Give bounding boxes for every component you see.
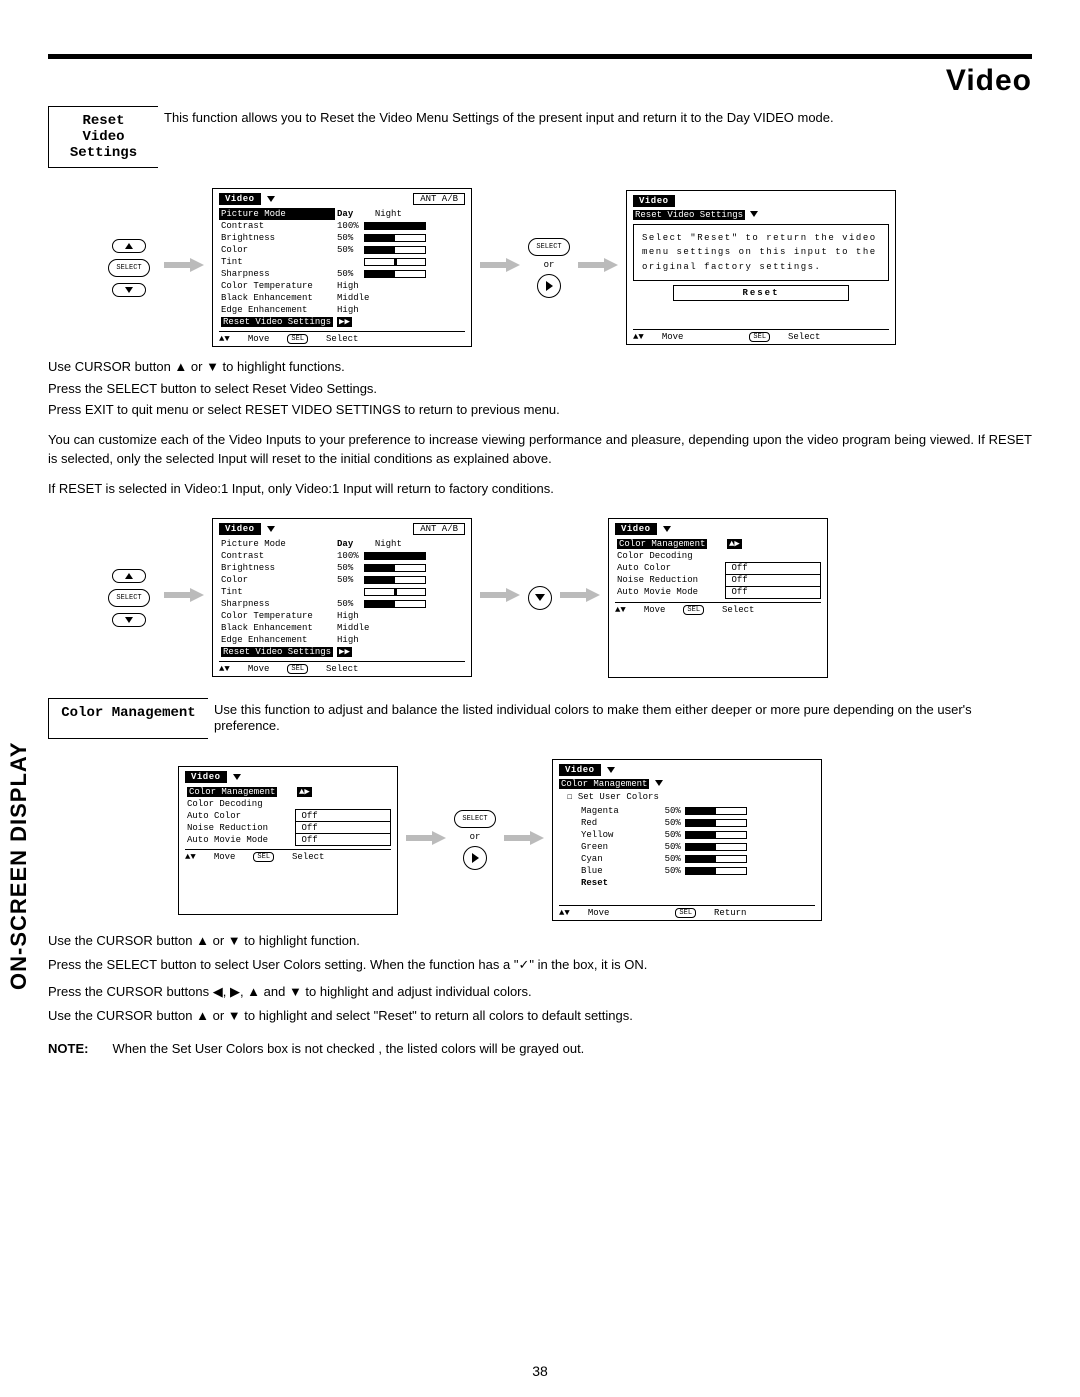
step-text: Use CURSOR button ▲ or ▼ to highlight fu… xyxy=(48,357,1032,377)
remote-icon: SELECT xyxy=(108,569,150,627)
page-title: Video xyxy=(946,64,1032,98)
reset-video-heading: Reset Video Settings xyxy=(48,106,158,168)
up-button-icon xyxy=(112,239,146,253)
reset-video-heading-row: Reset Video Settings This function allow… xyxy=(48,106,1032,168)
arrow-icon xyxy=(578,258,618,277)
source-label: ANT A/B xyxy=(413,193,465,205)
osd-title: Video xyxy=(219,193,261,205)
step-text: Use the CURSOR button ▲ or ▼ to highligh… xyxy=(48,931,1032,951)
color-mgmt-intro: Use this function to adjust and balance … xyxy=(208,698,1032,740)
select-button-icon: SELECT xyxy=(528,238,570,256)
color-mgmt-heading-row: Color Management Use this function to ad… xyxy=(48,698,1032,740)
note-text: When the Set User Colors box is not chec… xyxy=(112,1041,584,1056)
osd-table: Picture ModeDay Night Contrast100% Brigh… xyxy=(219,208,465,328)
note-label: NOTE: xyxy=(48,1041,88,1056)
select-or-right: SELECT or xyxy=(528,238,570,298)
step-text: Press the CURSOR buttons ◀, ▶, ▲ and ▼ t… xyxy=(48,982,1032,1002)
step-text: Press the SELECT button to select User C… xyxy=(48,955,1032,975)
step-text: Press EXIT to quit menu or select RESET … xyxy=(48,400,1032,420)
page-number: 38 xyxy=(0,1363,1080,1379)
step-text: Use the CURSOR button ▲ or ▼ to highligh… xyxy=(48,1006,1032,1026)
paragraph: If RESET is selected in Video:1 Input, o… xyxy=(48,479,1032,499)
down-circle-icon xyxy=(528,586,552,610)
menu-sequence-1: SELECT Video ANT A/B Picture ModeDay Nig… xyxy=(108,188,1032,347)
osd-color-mgmt-menu-2[interactable]: Video Color Management▲▶ Color Decoding … xyxy=(178,766,398,916)
reset-colors-button[interactable]: Reset xyxy=(581,878,608,888)
top-rule xyxy=(48,54,1032,59)
paragraph: You can customize each of the Video Inpu… xyxy=(48,430,1032,469)
menu-sequence-3: Video Color Management▲▶ Color Decoding … xyxy=(178,759,1032,921)
osd-video-menu-2[interactable]: Video ANT A/B Picture ModeDay Night Cont… xyxy=(212,518,472,677)
step-text: Press the SELECT button to select Reset … xyxy=(48,379,1032,399)
osd-user-colors[interactable]: Video Color Management ☐ Set User Colors… xyxy=(552,759,822,921)
sidebar-label: ON-SCREEN DISPLAY xyxy=(6,742,32,990)
osd-color-mgmt-menu-1[interactable]: Video Color Management▲▶ Color Decoding … xyxy=(608,518,828,678)
osd-reset-dialog[interactable]: Video Reset Video Settings Select "Reset… xyxy=(626,190,896,345)
down-button-icon xyxy=(112,283,146,297)
reset-video-intro: This function allows you to Reset the Vi… xyxy=(158,106,1032,168)
remote-icon: SELECT xyxy=(108,239,150,297)
reset-button[interactable]: Reset xyxy=(673,285,849,301)
select-button-icon: SELECT xyxy=(108,259,150,277)
note-row: NOTE: When the Set User Colors box is no… xyxy=(48,1041,1032,1056)
right-circle-icon xyxy=(537,274,561,298)
user-colors-checkbox[interactable]: ☐ Set User Colors xyxy=(567,792,815,802)
arrow-icon xyxy=(164,258,204,277)
reset-message: Select "Reset" to return the video menu … xyxy=(633,224,889,281)
arrow-icon xyxy=(480,258,520,277)
menu-sequence-2: SELECT Video ANT A/B Picture ModeDay Nig… xyxy=(108,518,1032,678)
right-circle-icon xyxy=(463,846,487,870)
dropdown-icon xyxy=(267,196,275,202)
osd-video-menu-1[interactable]: Video ANT A/B Picture ModeDay Night Cont… xyxy=(212,188,472,347)
color-mgmt-heading: Color Management xyxy=(48,698,208,740)
